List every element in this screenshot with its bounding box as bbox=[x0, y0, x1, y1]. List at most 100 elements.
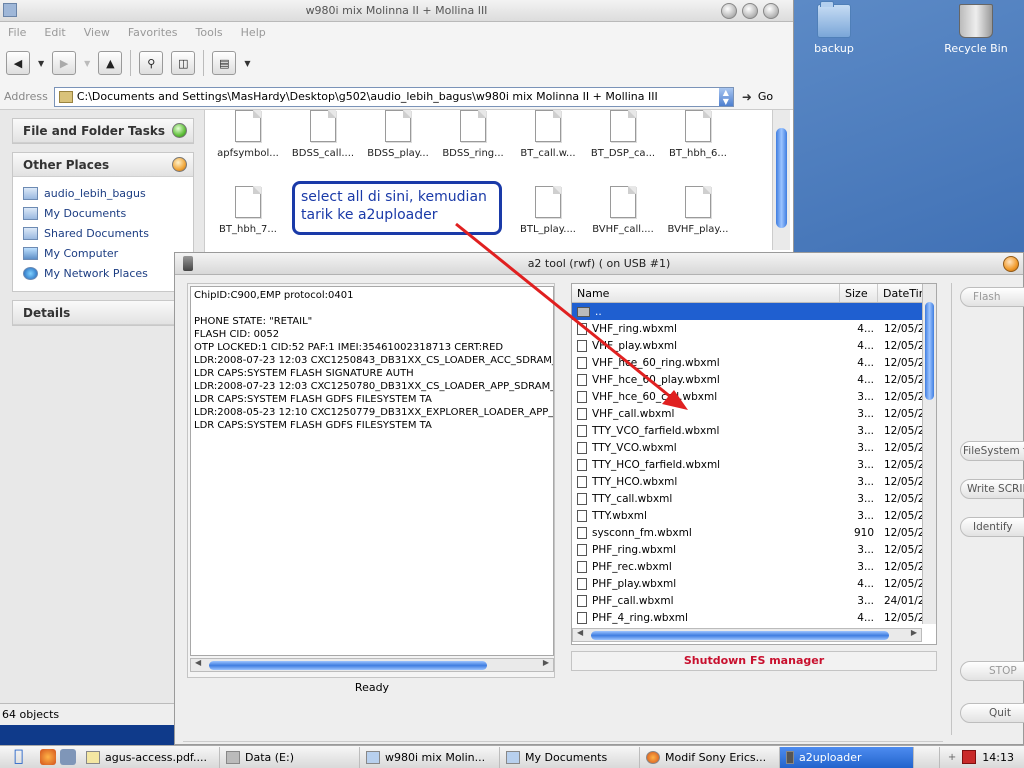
tray-app-icon[interactable] bbox=[962, 750, 977, 764]
file-item[interactable]: BDSS_call.... bbox=[287, 110, 359, 159]
table-row[interactable]: VHF_play.wbxml 4... 12/05/2... bbox=[572, 337, 936, 354]
table-row[interactable]: VHF_call.wbxml 3... 12/05/2... bbox=[572, 405, 936, 422]
table-row[interactable]: sysconn_fm.wbxml 910 12/05/2... bbox=[572, 524, 936, 541]
file-item[interactable]: BT_hbh_6... bbox=[662, 110, 734, 159]
info-hscrollbar[interactable]: ◀ ▶ bbox=[190, 658, 554, 672]
forward-button[interactable]: ▶ bbox=[52, 51, 77, 75]
column-size[interactable]: Size bbox=[840, 284, 878, 302]
menu-favorites[interactable]: Favorites bbox=[128, 26, 178, 39]
table-row[interactable]: VHF_hce_60_play.wbxml 4... 12/05/2... bbox=[572, 371, 936, 388]
place-my-computer[interactable]: My Computer bbox=[23, 243, 185, 263]
task-firefox[interactable]: Modif Sony Erics... bbox=[640, 746, 780, 768]
desktop-icon-recycle-bin[interactable]: Recycle Bin bbox=[936, 4, 1016, 55]
column-datetime[interactable]: DateTim bbox=[878, 284, 929, 302]
task-data-drive[interactable]: Data (E:) bbox=[220, 746, 360, 768]
file-item[interactable]: BT_hbh_7... bbox=[212, 186, 284, 235]
go-button[interactable]: ➜ Go bbox=[742, 90, 773, 104]
file-item[interactable]: BT_DSP_ca... bbox=[587, 110, 659, 159]
table-row[interactable]: TTY_HCO_farfield.wbxml 3... 12/05/2... bbox=[572, 456, 936, 473]
table-row[interactable]: TTY_HCO.wbxml 3... 12/05/2... bbox=[572, 473, 936, 490]
table-row[interactable]: VHF_hce_60_call.wbxml 3... 12/05/2... bbox=[572, 388, 936, 405]
menu-edit[interactable]: Edit bbox=[44, 26, 65, 39]
shutdown-fs-manager-button[interactable]: Shutdown FS manager bbox=[571, 651, 937, 671]
firefox-icon[interactable] bbox=[40, 749, 56, 765]
place-shared-documents[interactable]: Shared Documents bbox=[23, 223, 185, 243]
file-item[interactable]: BT_call.w... bbox=[512, 110, 584, 159]
address-input[interactable]: C:\Documents and Settings\MasHardy\Deskt… bbox=[53, 86, 734, 107]
file-item[interactable]: BDSS_play... bbox=[362, 110, 434, 159]
table-row[interactable]: TTY_call.wbxml 3... 12/05/2... bbox=[572, 490, 936, 507]
table-row[interactable]: PHF_rec.wbxml 3... 12/05/2... bbox=[572, 558, 936, 575]
task-my-documents[interactable]: My Documents bbox=[500, 746, 640, 768]
quit-button[interactable]: Quit bbox=[960, 703, 1024, 723]
write-script-button[interactable]: Write SCRIP bbox=[960, 479, 1024, 499]
table-row[interactable]: PHF_play.wbxml 4... 12/05/2... bbox=[572, 575, 936, 592]
table-row[interactable]: PHF_ring.wbxml 3... 12/05/2... bbox=[572, 541, 936, 558]
task-pdf[interactable]: agus-access.pdf.... bbox=[80, 746, 220, 768]
search-button[interactable]: ⚲ bbox=[139, 51, 164, 75]
column-name[interactable]: Name bbox=[572, 284, 840, 302]
table-row[interactable]: PHF_call.wbxml 3... 24/01/2... bbox=[572, 592, 936, 609]
scroll-left-icon[interactable]: ◀ bbox=[577, 628, 583, 637]
scroll-left-icon[interactable]: ◀ bbox=[195, 658, 201, 667]
collapse-icon[interactable] bbox=[172, 157, 187, 172]
file-item[interactable]: BTL_play.... bbox=[512, 186, 584, 235]
table-row[interactable]: VHF_hce_60_ring.wbxml 4... 12/05/2... bbox=[572, 354, 936, 371]
identify-button[interactable]: Identify bbox=[960, 517, 1024, 537]
minimize-button[interactable] bbox=[1003, 256, 1019, 272]
file-folder-tasks-header[interactable]: File and Folder Tasks bbox=[13, 119, 193, 143]
menu-file[interactable]: File bbox=[8, 26, 26, 39]
maximize-button[interactable] bbox=[742, 3, 758, 19]
file-item[interactable]: BVHF_play... bbox=[662, 186, 734, 235]
expand-tray-icon[interactable]: + bbox=[948, 752, 956, 763]
place-my-documents[interactable]: My Documents bbox=[23, 203, 185, 223]
scrollbar-thumb[interactable] bbox=[925, 302, 934, 400]
forward-dropdown-icon[interactable]: ▼ bbox=[84, 59, 90, 68]
scroll-right-icon[interactable]: ▶ bbox=[543, 658, 549, 667]
table-row[interactable]: .. bbox=[572, 303, 936, 320]
table-row[interactable]: TTY_VCO.wbxml 3... 12/05/2... bbox=[572, 439, 936, 456]
minimize-button[interactable] bbox=[721, 3, 737, 19]
details-header[interactable]: Details bbox=[13, 301, 193, 325]
place-audio-lebih-bagus[interactable]: audio_lebih_bagus bbox=[23, 183, 185, 203]
file-item[interactable]: BVHF_call.... bbox=[587, 186, 659, 235]
up-folder-button[interactable]: ▲ bbox=[98, 51, 123, 75]
list-hscrollbar[interactable]: ◀ ▶ bbox=[572, 628, 922, 642]
expand-icon[interactable] bbox=[172, 123, 187, 138]
title-bar[interactable]: a2 tool (rwf) ( on USB #1) bbox=[175, 253, 1023, 275]
menu-help[interactable]: Help bbox=[241, 26, 266, 39]
back-button[interactable]: ◀ bbox=[6, 51, 30, 75]
scrollbar-thumb[interactable] bbox=[591, 631, 889, 640]
flash-button[interactable]: Flash bbox=[960, 287, 1024, 307]
menu-view[interactable]: View bbox=[84, 26, 110, 39]
stop-button[interactable]: STOP bbox=[960, 661, 1024, 681]
back-dropdown-icon[interactable]: ▼ bbox=[38, 59, 44, 68]
menu-tools[interactable]: Tools bbox=[196, 26, 223, 39]
desktop-icon[interactable] bbox=[60, 749, 76, 765]
file-view-scrollbar[interactable] bbox=[772, 110, 790, 250]
scroll-right-icon[interactable]: ▶ bbox=[911, 628, 917, 637]
task-a2uploader[interactable]: a2uploader bbox=[780, 746, 914, 768]
place-my-network-places[interactable]: My Network Places bbox=[23, 263, 185, 283]
file-item[interactable]: apfsymbol... bbox=[212, 110, 284, 159]
views-dropdown-icon[interactable]: ▼ bbox=[244, 59, 250, 68]
desktop-icon-backup[interactable]: backup bbox=[794, 1, 874, 55]
close-button[interactable] bbox=[763, 3, 779, 19]
folders-button[interactable]: ◫ bbox=[171, 51, 196, 75]
scrollbar-thumb[interactable] bbox=[209, 661, 487, 670]
list-vscrollbar[interactable] bbox=[922, 284, 936, 624]
other-places-header[interactable]: Other Places bbox=[13, 153, 193, 177]
table-row[interactable]: PHF_4_ring.wbxml 4... 12/05/2... bbox=[572, 609, 936, 626]
file-icon bbox=[577, 526, 587, 539]
table-row[interactable]: TTY_VCO_farfield.wbxml 3... 12/05/2... bbox=[572, 422, 936, 439]
filesystem-button[interactable]: FileSystem t bbox=[960, 441, 1024, 461]
table-row[interactable]: VHF_ring.wbxml 4... 12/05/2... bbox=[572, 320, 936, 337]
views-button[interactable]: ▤ bbox=[212, 51, 237, 75]
file-item[interactable]: BDSS_ring... bbox=[437, 110, 509, 159]
scrollbar-thumb[interactable] bbox=[776, 128, 787, 228]
task-explorer[interactable]: w980i mix Molin... bbox=[360, 746, 500, 768]
address-dropdown-button[interactable]: ▲ ▼ bbox=[718, 87, 733, 106]
title-bar[interactable]: w980i mix Molinna II + Mollina III bbox=[0, 0, 793, 22]
table-row[interactable]: TTY.wbxml 3... 12/05/2... bbox=[572, 507, 936, 524]
start-apple-icon[interactable]:  bbox=[14, 748, 34, 766]
